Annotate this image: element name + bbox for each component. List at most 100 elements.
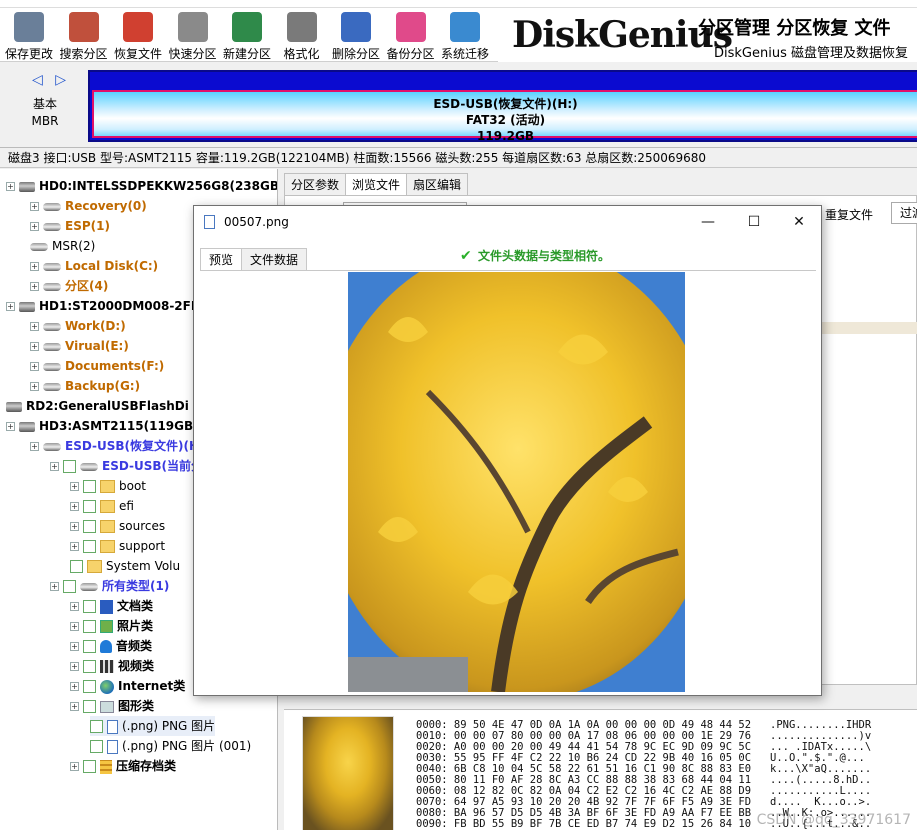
expand-icon[interactable]: + <box>30 202 39 211</box>
tree-item[interactable]: + 压缩存档类 <box>70 756 176 776</box>
tree-item[interactable]: + 分区(4) <box>30 276 108 296</box>
tree-item[interactable]: + boot <box>70 476 146 496</box>
tree-item[interactable]: + Virual(E:) <box>30 336 129 356</box>
expand-icon[interactable]: + <box>70 502 79 511</box>
expand-icon[interactable]: + <box>70 622 79 631</box>
tree-item[interactable]: + HD0:INTELSSDPEKKW256G8(238GB) <box>6 176 277 196</box>
toolbar-button-5[interactable]: 格式化 <box>275 10 329 62</box>
tree-item[interactable]: + 音频类 <box>70 636 152 656</box>
tree-checkbox[interactable] <box>83 540 96 553</box>
tree-item[interactable]: + Recovery(0) <box>30 196 147 216</box>
tab-2[interactable]: 扇区编辑 <box>406 173 469 195</box>
tree-item[interactable]: + Documents(F:) <box>30 356 164 376</box>
toolbar-button-2[interactable]: 恢复文件 <box>111 10 165 62</box>
tree-item[interactable]: + Work(D:) <box>30 316 126 336</box>
tree-checkbox[interactable] <box>63 460 76 473</box>
tree-checkbox[interactable] <box>70 560 83 573</box>
tree-item[interactable]: + sources <box>70 516 165 536</box>
tree-item[interactable]: (.png) PNG 图片 (001) <box>90 736 251 756</box>
minimize-button[interactable]: — <box>685 206 731 238</box>
tree-item[interactable]: + support <box>70 536 165 556</box>
tree-item[interactable]: + ESD-USB(恢复文件)(H <box>30 436 199 456</box>
tree-item[interactable]: (.png) PNG 图片 <box>90 716 216 736</box>
expand-icon[interactable]: + <box>6 182 15 191</box>
repeat-files-label[interactable]: 重复文件 <box>825 206 873 223</box>
expand-icon[interactable]: + <box>30 342 39 351</box>
tree-checkbox[interactable] <box>63 580 76 593</box>
expand-icon[interactable]: + <box>70 602 79 611</box>
tree-checkbox[interactable] <box>83 600 96 613</box>
tree-checkbox[interactable] <box>83 700 96 713</box>
tree-checkbox[interactable] <box>83 620 96 633</box>
tree-item[interactable]: + Backup(G:) <box>30 376 140 396</box>
tree-item[interactable]: + Local Disk(C:) <box>30 256 158 276</box>
tree-item[interactable]: + 视频类 <box>70 656 154 676</box>
expand-icon[interactable]: + <box>50 582 59 591</box>
expand-icon[interactable]: + <box>70 662 79 671</box>
toolbar-button-6[interactable]: 删除分区 <box>329 10 383 62</box>
expand-icon[interactable]: + <box>70 682 79 691</box>
expand-icon[interactable]: + <box>30 282 39 291</box>
tab-1[interactable]: 浏览文件 <box>345 173 408 195</box>
expand-icon[interactable]: + <box>70 702 79 711</box>
filter-button[interactable]: 过滤 <box>891 202 917 224</box>
close-button[interactable]: ✕ <box>776 206 822 238</box>
dialog-tab-0[interactable]: 预览 <box>200 248 243 270</box>
tree-item[interactable]: + 所有类型(1) <box>50 576 169 596</box>
expand-icon[interactable]: + <box>50 462 59 471</box>
tree-checkbox[interactable] <box>83 520 96 533</box>
tree-item[interactable]: RD2:GeneralUSBFlashDi <box>6 396 189 416</box>
tree-item[interactable]: + 文档类 <box>70 596 153 616</box>
dialog-tab-1[interactable]: 文件数据 <box>241 248 308 270</box>
tree-item[interactable]: + efi <box>70 496 134 516</box>
expand-icon[interactable]: + <box>70 522 79 531</box>
expand-icon[interactable]: + <box>30 322 39 331</box>
toolbar-button-8[interactable]: 系统迁移 <box>438 10 492 62</box>
expand-icon[interactable]: + <box>30 382 39 391</box>
tree-item-label: HD3:ASMT2115(119GB) <box>39 419 199 433</box>
expand-icon[interactable]: + <box>70 762 79 771</box>
tree-item[interactable]: + HD1:ST2000DM008-2FR <box>6 296 200 316</box>
expand-icon[interactable]: + <box>30 362 39 371</box>
tree-checkbox[interactable] <box>90 740 103 753</box>
tree-item-label: 图形类 <box>118 699 155 713</box>
expand-icon[interactable]: + <box>30 442 39 451</box>
tree-checkbox[interactable] <box>83 500 96 513</box>
tree-checkbox[interactable] <box>83 760 96 773</box>
tab-0[interactable]: 分区参数 <box>284 173 347 195</box>
tree-checkbox[interactable] <box>83 640 96 653</box>
globe-icon <box>100 679 114 694</box>
toolbar-button-1[interactable]: 搜索分区 <box>57 10 111 62</box>
tree-item[interactable]: + 照片类 <box>70 616 153 636</box>
expand-icon[interactable]: + <box>6 422 15 431</box>
brand-tagline: 分区管理 分区恢复 文件 <box>698 18 891 39</box>
expand-icon[interactable]: + <box>70 542 79 551</box>
toolbar-button-7[interactable]: 备份分区 <box>384 10 438 62</box>
toolbar-button-label: 保存更改 <box>4 47 53 61</box>
maximize-button[interactable]: ☐ <box>731 206 777 238</box>
expand-icon[interactable]: + <box>70 482 79 491</box>
tree-checkbox[interactable] <box>90 720 103 733</box>
tree-checkbox[interactable] <box>83 680 96 693</box>
toolbar-button-4[interactable]: 新建分区 <box>220 10 274 62</box>
expand-icon[interactable]: + <box>70 642 79 651</box>
tree-item[interactable]: + HD3:ASMT2115(119GB) <box>6 416 199 436</box>
disk-nav-arrows[interactable]: ◁ ▷ <box>32 72 70 88</box>
tree-item[interactable]: + ESP(1) <box>30 216 110 236</box>
toolbar-button-0[interactable]: 保存更改 <box>2 10 56 62</box>
tree-item[interactable]: MSR(2) <box>30 236 95 256</box>
tree-checkbox[interactable] <box>83 660 96 673</box>
tree-item[interactable]: + 图形类 <box>70 696 154 716</box>
expand-icon[interactable]: + <box>6 302 15 311</box>
expand-icon[interactable]: + <box>30 222 39 231</box>
tree-checkbox[interactable] <box>83 480 96 493</box>
partition-block-inner[interactable]: ESD-USB(恢复文件)(H:) FAT32 (活动) 119.2GB <box>92 90 917 143</box>
toolbar-button-3[interactable]: 快速分区 <box>166 10 220 62</box>
tree-item[interactable]: System Volu <box>70 556 180 576</box>
tree-item[interactable]: + Internet类 <box>70 676 185 696</box>
partition-block[interactable]: ESD-USB(恢复文件)(H:) FAT32 (活动) 119.2GB <box>88 70 917 143</box>
part-icon <box>30 242 48 251</box>
tree-item-label: 视频类 <box>118 659 155 673</box>
tree-item[interactable]: + ESD-USB(当前分 <box>50 456 203 476</box>
expand-icon[interactable]: + <box>30 262 39 271</box>
